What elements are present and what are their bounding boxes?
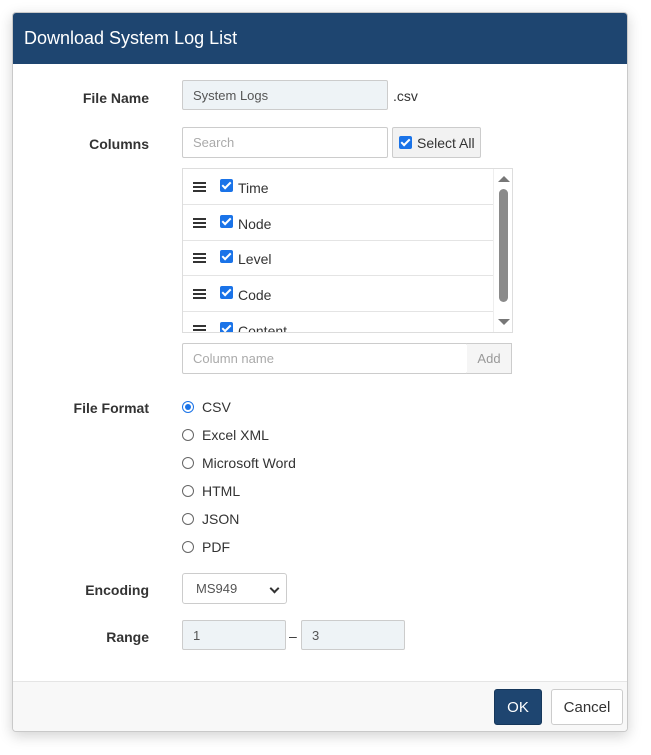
- list-item: Level: [183, 240, 494, 276]
- column-checkbox[interactable]: [220, 179, 233, 192]
- format-option-label: PDF: [202, 539, 230, 555]
- radio-button[interactable]: [182, 401, 194, 413]
- column-list: Time Node Level Code Content: [182, 168, 513, 333]
- chevron-down-icon: [269, 583, 280, 594]
- column-checkbox[interactable]: [220, 286, 233, 299]
- column-label: Code: [238, 287, 272, 303]
- encoding-label: Encoding: [85, 582, 149, 598]
- dialog-titlebar: Download System Log List: [13, 13, 627, 64]
- file-name-input[interactable]: [182, 80, 388, 110]
- radio-button[interactable]: [182, 457, 194, 469]
- drag-handle-icon[interactable]: [193, 182, 206, 192]
- list-item: Content: [183, 312, 494, 333]
- format-option-word[interactable]: Microsoft Word: [182, 453, 296, 473]
- cancel-button[interactable]: Cancel: [551, 689, 623, 725]
- format-option-pdf[interactable]: PDF: [182, 537, 230, 557]
- column-label: Node: [238, 216, 272, 232]
- scroll-thumb[interactable]: [499, 189, 508, 302]
- file-format-label: File Format: [73, 400, 149, 416]
- format-option-csv[interactable]: CSV: [182, 397, 231, 417]
- column-checkbox[interactable]: [220, 215, 233, 228]
- column-list-scrollbar[interactable]: [493, 169, 512, 332]
- format-option-label: HTML: [202, 483, 241, 499]
- add-column-button[interactable]: Add: [467, 343, 512, 374]
- encoding-value: MS949: [196, 581, 238, 596]
- select-all-checkbox[interactable]: [399, 136, 412, 149]
- column-checkbox[interactable]: [220, 322, 233, 332]
- download-log-dialog: Download System Log List File Name .csv …: [12, 12, 628, 732]
- format-option-label: Excel XML: [202, 427, 269, 443]
- select-all-toggle[interactable]: Select All: [392, 127, 481, 158]
- scroll-down-icon[interactable]: [498, 319, 510, 325]
- column-search-input[interactable]: [182, 127, 388, 158]
- format-option-label: CSV: [202, 399, 231, 415]
- list-item: Code: [183, 276, 494, 312]
- select-all-label: Select All: [417, 134, 475, 151]
- range-separator: –: [289, 628, 297, 644]
- radio-button[interactable]: [182, 429, 194, 441]
- drag-handle-icon[interactable]: [193, 289, 206, 299]
- column-label: Time: [238, 180, 269, 196]
- file-extension: .csv: [393, 88, 418, 104]
- format-option-html[interactable]: HTML: [182, 481, 240, 501]
- file-name-label: File Name: [82, 90, 149, 106]
- column-checkbox[interactable]: [220, 250, 233, 263]
- list-item: Node: [183, 205, 494, 241]
- radio-button[interactable]: [182, 513, 194, 525]
- dialog-title: Download System Log List: [24, 28, 238, 48]
- list-item: Time: [183, 169, 494, 205]
- radio-button[interactable]: [182, 541, 194, 553]
- column-label: Level: [238, 251, 272, 267]
- encoding-select[interactable]: MS949: [182, 573, 287, 604]
- radio-button[interactable]: [182, 485, 194, 497]
- column-label: Content: [238, 323, 288, 333]
- format-option-json[interactable]: JSON: [182, 509, 239, 529]
- columns-label: Columns: [89, 136, 149, 152]
- range-label: Range: [106, 629, 149, 645]
- drag-handle-icon[interactable]: [193, 325, 206, 332]
- ok-button[interactable]: OK: [494, 689, 542, 725]
- scroll-up-icon[interactable]: [498, 176, 510, 182]
- drag-handle-icon[interactable]: [193, 218, 206, 228]
- drag-handle-icon[interactable]: [193, 253, 206, 263]
- format-option-label: Microsoft Word: [202, 455, 296, 471]
- format-option-label: JSON: [202, 511, 240, 527]
- range-to-input[interactable]: [301, 620, 405, 650]
- format-option-excel-xml[interactable]: Excel XML: [182, 425, 269, 445]
- range-from-input[interactable]: [182, 620, 286, 650]
- column-name-input[interactable]: [182, 343, 468, 374]
